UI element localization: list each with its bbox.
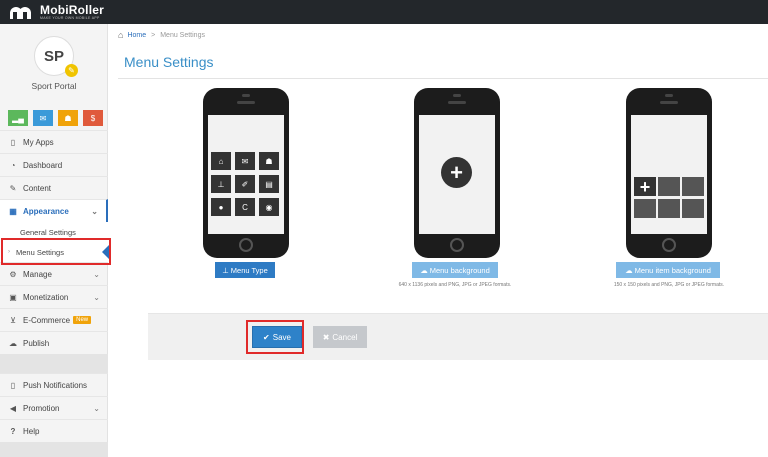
sidebar-item-monetization[interactable]: ▣ Monetization ⌄ [0,285,108,308]
menu-item-background-button[interactable]: ☁ Menu item background [616,262,720,278]
cloud-upload-icon: ☁ [625,265,633,275]
cart-icon: ⊻ [10,315,16,325]
sidebar-item-push-notifications[interactable]: ▯ Push Notifications [0,373,108,396]
breadcrumb-home[interactable]: Home [127,32,146,39]
gears-icon: ⚙ [9,269,17,279]
mobile-icon: ▯ [10,137,16,147]
stats-icon[interactable]: ▂▄ [8,110,28,126]
page-title: Menu Settings [124,54,214,70]
chevron-down-icon: ⌄ [93,269,100,279]
menu-item-tile [634,199,656,218]
breadcrumb-current: Menu Settings [160,31,205,39]
form-actions [148,313,768,360]
cloud-upload-icon: ☁ [420,265,428,275]
sidebar-item-manage[interactable]: ⚙ Manage ⌄ [0,262,108,285]
phone-preview-menu-background: + [414,88,500,258]
title-divider [118,78,768,79]
sidebar-item-ecommerce[interactable]: ⊻ E-Commerce New [0,308,108,331]
brand-name: MobiRoller [40,2,104,17]
plus-icon[interactable]: + [441,157,472,188]
sidebar-item-label: Help [23,426,40,436]
sidebar-item-my-apps[interactable]: ▯ My Apps [0,130,108,153]
home-icon[interactable]: ⌂ [118,30,123,40]
pencil-icon[interactable]: ✎ [65,64,78,77]
refresh-icon: C [235,198,255,216]
brush-icon: ✐ [235,175,255,193]
sidebar-item-label: E-Commerce [23,315,71,325]
phone-preview-menu-item-background: + [626,88,712,258]
menu-item-tile [658,199,680,218]
sitemap-icon: ⊥ [211,175,231,193]
phone-preview-menu-type: ⌂ ✉ ☗ ⊥ ✐ ▤ ● C ◉ [203,88,289,258]
sitemap-icon: ⊥ [222,265,229,275]
sidebar-item-label: Publish [23,338,50,348]
edit-icon: ✎ [9,183,17,193]
sidebar-divider [0,354,108,373]
menu-type-button[interactable]: ⊥ Menu Type [215,262,275,278]
chat-icon: ● [211,198,231,216]
plus-icon[interactable]: + [634,177,656,196]
mail-icon[interactable]: ✉ [33,110,53,126]
sidebar-footer [0,442,108,457]
menu-item-background-note: 150 x 150 pixels and PNG, JPG or JPEG fo… [613,282,725,288]
megaphone-icon: ◀ [9,403,17,413]
cloud-icon: ☁ [9,338,17,348]
sidebar-item-publish[interactable]: ☁ Publish [0,331,108,354]
sidebar-item-content[interactable]: ✎ Content [0,176,108,199]
sidebar-item-label: Monetization [23,292,69,302]
sidebar-item-label: Content [23,183,52,193]
chevron-down-icon: ⌄ [91,206,98,216]
logo-mark-icon [10,5,36,19]
dashboard-icon: ◔ [10,160,16,170]
sidebar-item-label: Promotion [23,403,60,413]
save-highlight [246,320,304,354]
sidebar-item-label: General Settings [20,227,76,237]
menu-item-tile [682,177,704,196]
sidebar-item-label: Manage [23,269,52,279]
menu-settings-highlight [1,238,111,265]
mobile-icon: ▯ [10,380,16,390]
sidebar-item-dashboard[interactable]: ◔ Dashboard [0,153,108,176]
chevron-down-icon: ⌄ [93,292,100,302]
user-icon: ☗ [259,152,279,170]
sidebar-item-label: Dashboard [23,160,63,170]
close-icon: ✖ [322,332,330,342]
menu-background-button[interactable]: ☁ Menu background [412,262,498,278]
menu-item-tile [658,177,680,196]
menu-background-note: 640 x 1136 pixels and PNG, JPG or JPEG f… [398,282,512,288]
sidebar-item-label: Appearance [23,206,69,216]
breadcrumb-separator: > [151,31,156,39]
sidebar-item-appearance[interactable]: ▦ Appearance ⌄ [0,199,108,222]
new-badge: New [73,316,92,324]
profile-panel: SP ✎ Sport Portal [0,24,108,104]
cancel-button[interactable]: ✖ Cancel [313,326,367,348]
question-icon: ? [10,426,16,436]
users-icon[interactable]: ☗ [58,110,78,126]
document-icon: ▤ [259,175,279,193]
dollar-icon[interactable]: $ [83,110,103,126]
money-icon: ▣ [9,292,17,302]
menu-item-tile [682,199,704,218]
sidebar-item-label: Push Notifications [23,380,88,390]
mobiroller-logo[interactable]: MobiRoller MAKE YOUR OWN MOBILE APP [10,3,104,21]
sidebar-item-label: My Apps [23,137,54,147]
home-icon: ⌂ [211,152,231,170]
mail-icon: ✉ [235,152,255,170]
grid-icon: ▦ [9,206,17,216]
globe-icon: ◉ [259,198,279,216]
app-name: Sport Portal [31,81,77,91]
top-bar: MobiRoller MAKE YOUR OWN MOBILE APP [0,0,768,24]
sidebar-item-promotion[interactable]: ◀ Promotion ⌄ [0,396,108,419]
brand-tagline: MAKE YOUR OWN MOBILE APP [40,15,100,20]
breadcrumb: ⌂ Home > Menu Settings [118,30,205,40]
sidebar-item-help[interactable]: ? Help [0,419,108,442]
chevron-down-icon: ⌄ [93,403,100,413]
